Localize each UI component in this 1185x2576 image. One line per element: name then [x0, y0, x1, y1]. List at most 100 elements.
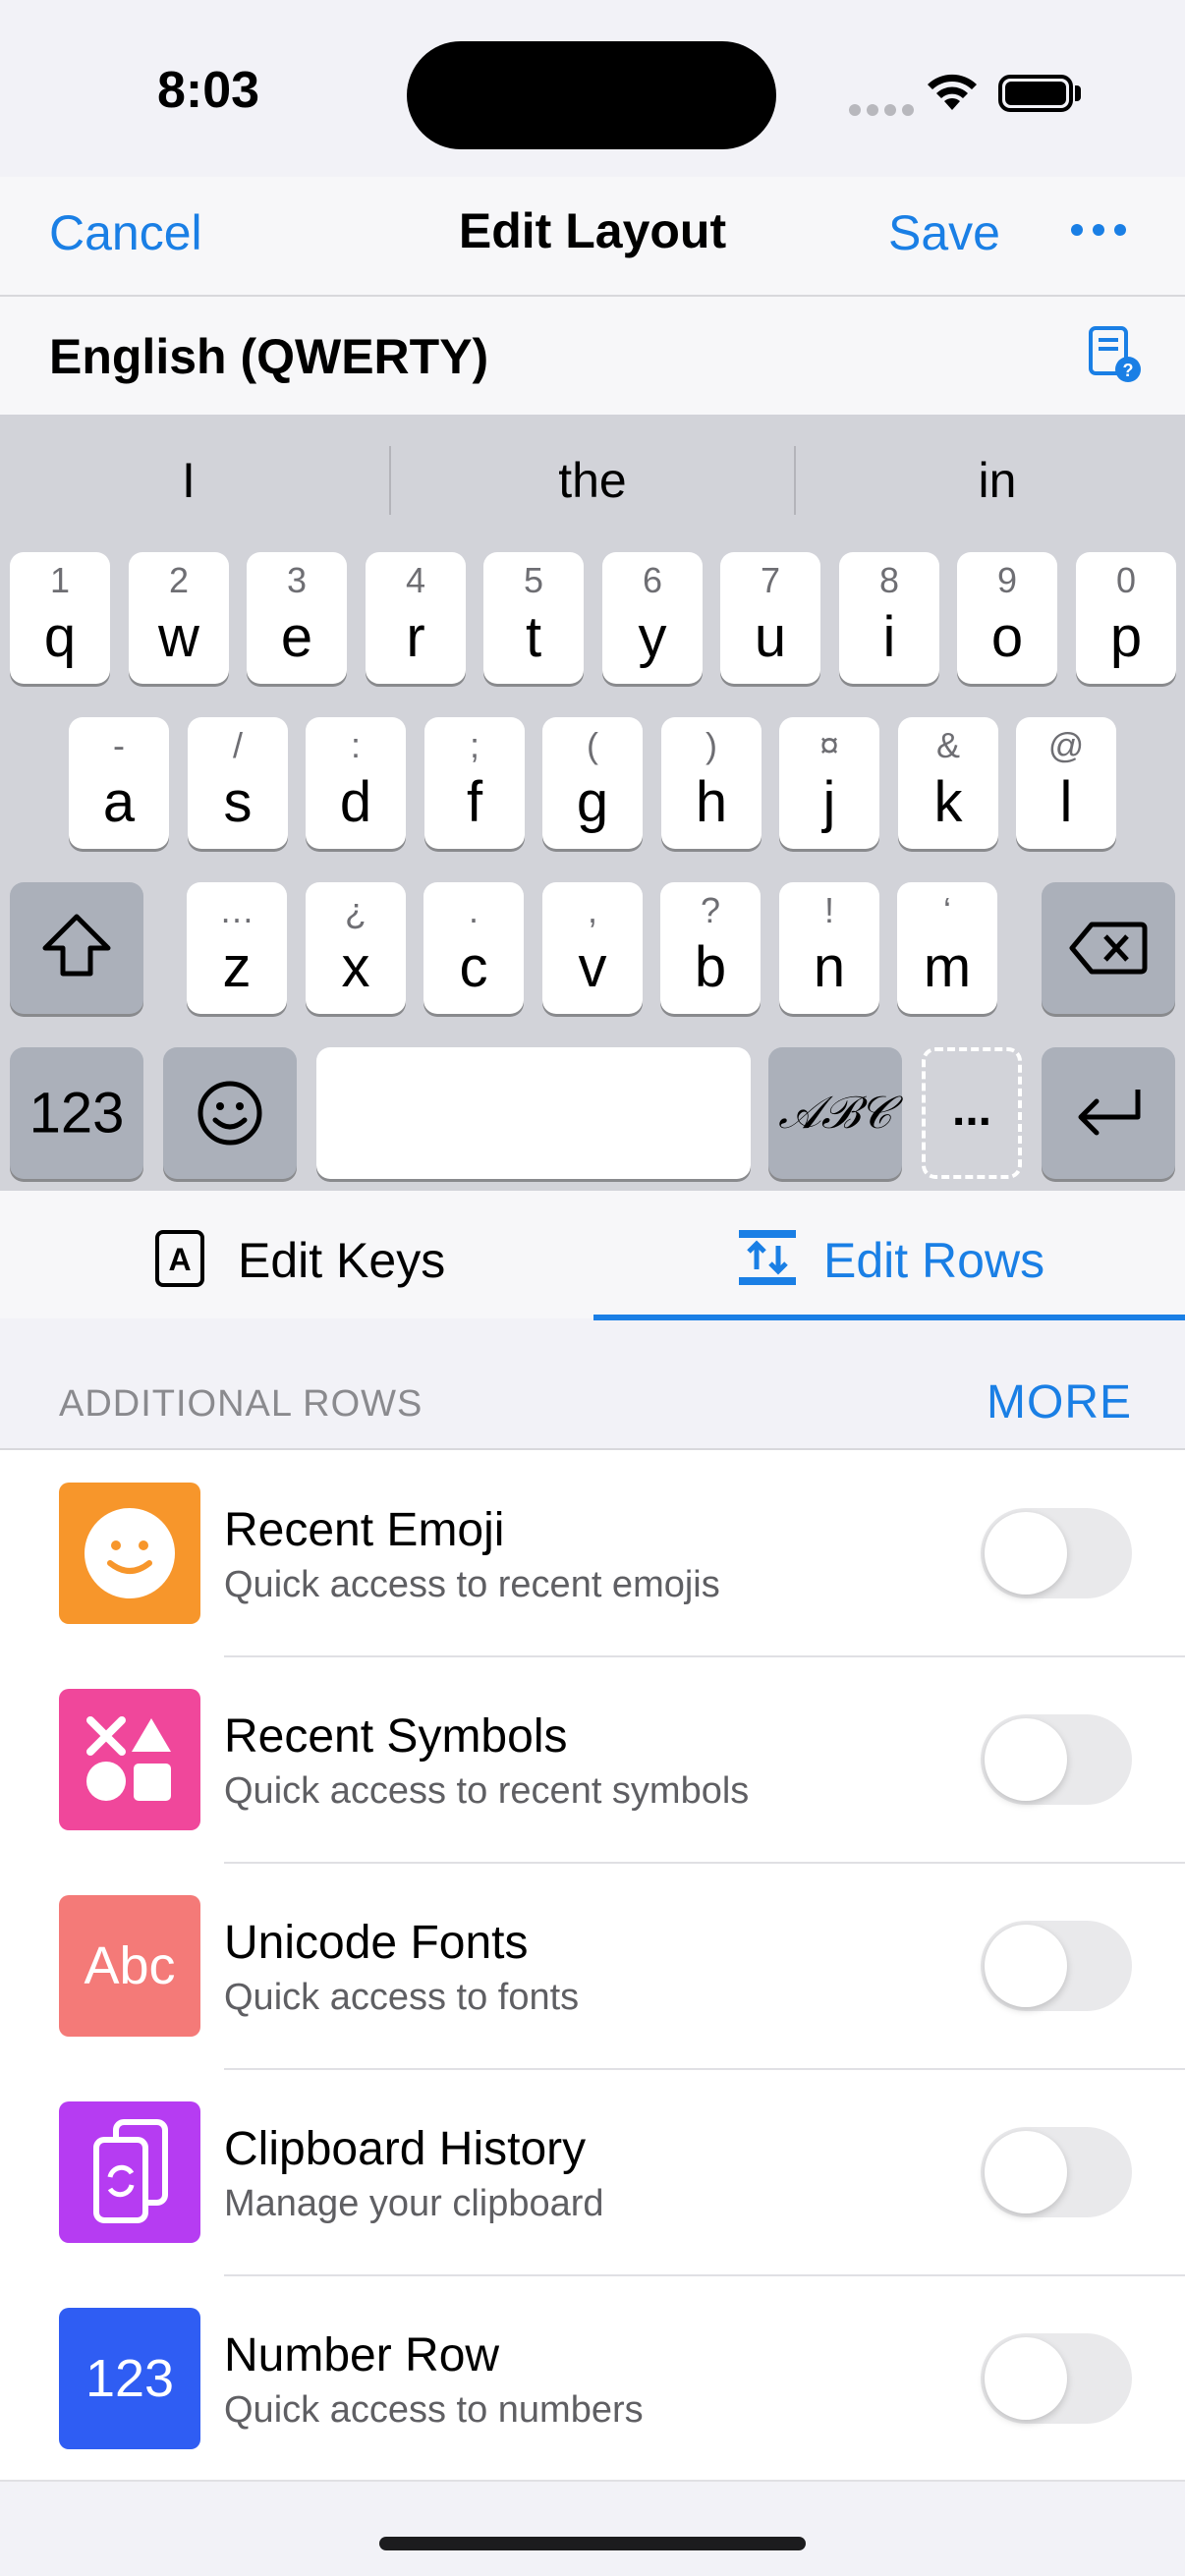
key-q[interactable]: 1q [10, 552, 110, 684]
suggestion-3[interactable]: in [801, 452, 1185, 509]
battery-tip [1075, 85, 1081, 101]
key-label: e [280, 605, 313, 669]
key-x[interactable]: ¿ x [306, 882, 406, 1014]
key-g[interactable]: (g [542, 717, 643, 849]
key-a[interactable]: -a [69, 717, 169, 849]
row-title: Recent Emoji [224, 1504, 505, 1556]
key-alt-label: ‘ [943, 890, 951, 930]
row-divider [224, 1862, 1185, 1864]
tab-edit-keys[interactable]: Edit Keys [238, 1232, 445, 1289]
key-s[interactable]: / s [188, 717, 288, 849]
delete-key[interactable] [1042, 882, 1175, 1014]
row-title: Unicode Fonts [224, 1917, 529, 1969]
key-alt-label: ¤ [818, 725, 840, 765]
emoji-key[interactable] [163, 1047, 297, 1179]
row-title: Number Row [224, 2329, 500, 2381]
key-label: c [459, 935, 488, 999]
row-title: Recent Symbols [224, 1710, 568, 1763]
key-o[interactable]: 9o [957, 552, 1057, 684]
key-f[interactable]: ; f [424, 717, 525, 849]
key-label: w [158, 605, 199, 669]
key-alt-label: & [935, 725, 960, 765]
save-button[interactable]: Save [888, 204, 1000, 261]
key-label: s [223, 770, 253, 834]
key-alt-label: 7 [760, 560, 781, 600]
key-d[interactable]: :d [306, 717, 406, 849]
ellipsis-icon[interactable] [1071, 224, 1126, 236]
numbers-key-label: 123 [28, 1081, 125, 1146]
key-alt-label: @ [1047, 725, 1085, 765]
more-button[interactable]: MORE [987, 1375, 1132, 1429]
key-l[interactable]: @ l [1016, 717, 1116, 849]
toggle-clipboard-history[interactable] [981, 2127, 1132, 2217]
return-icon [1078, 1090, 1141, 1136]
key-alt-label: , [587, 890, 597, 930]
key-label: a [102, 770, 136, 834]
key-label: o [990, 605, 1024, 669]
key-e[interactable]: 3e [247, 552, 347, 684]
help-book-icon[interactable]: ? [1085, 324, 1146, 385]
key-v[interactable]: ,v [542, 882, 643, 1014]
key-p[interactable]: 0p [1076, 552, 1176, 684]
key-m[interactable]: ‘m [897, 882, 997, 1014]
wifi-icon [928, 74, 977, 110]
suggestion-1[interactable]: I [0, 452, 385, 509]
key-alt-label: … [219, 890, 254, 930]
key-alt-label: 1 [49, 560, 71, 600]
key-i[interactable]: 8i [839, 552, 939, 684]
key-y[interactable]: 6y [602, 552, 703, 684]
key-w[interactable]: 2w [129, 552, 229, 684]
suggestion-divider [389, 446, 391, 515]
number-icon: 123 [59, 2308, 200, 2449]
key-u[interactable]: 7u [720, 552, 820, 684]
key-alt-label: ? [700, 890, 721, 930]
key-r[interactable]: 4r [366, 552, 466, 684]
key-alt-label: . [468, 890, 479, 930]
row-subtitle: Quick access to recent emojis [224, 1564, 720, 1605]
font-key-label: 𝒜ℬ𝒞 [778, 1086, 892, 1139]
row-divider [224, 2068, 1185, 2070]
smiley-icon [198, 1081, 262, 1146]
tab-edit-rows[interactable]: Edit Rows [823, 1232, 1044, 1289]
space-key[interactable] [316, 1047, 751, 1179]
key-n[interactable]: ! n [779, 882, 879, 1014]
more-key-placeholder[interactable]: ... [922, 1047, 1022, 1179]
svg-text:A: A [168, 1242, 191, 1277]
key-h[interactable]: ) h [661, 717, 762, 849]
key-j[interactable]: ¤ j [779, 717, 879, 849]
suggestion-2[interactable]: the [396, 452, 789, 509]
key-alt-label: ! [823, 890, 834, 930]
shift-key[interactable] [10, 882, 143, 1014]
battery-icon [998, 75, 1073, 112]
key-label: k [933, 770, 963, 834]
key-z[interactable]: … z [187, 882, 287, 1014]
font-key[interactable]: 𝒜ℬ𝒞 [768, 1047, 902, 1179]
return-key[interactable] [1042, 1047, 1175, 1179]
toggle-recent-emoji[interactable] [981, 1508, 1132, 1598]
numbers-key[interactable]: 123 [10, 1047, 143, 1179]
key-alt-label: ; [469, 725, 480, 765]
row-subtitle: Quick access to numbers [224, 2389, 644, 2431]
key-t[interactable]: 5t [483, 552, 584, 684]
key-label: g [576, 770, 609, 834]
key-k[interactable]: & k [898, 717, 998, 849]
row-subtitle: Manage your clipboard [224, 2183, 604, 2224]
key-alt-label: 4 [405, 560, 426, 600]
row-divider [224, 1655, 1185, 1657]
key-label: y [638, 605, 667, 669]
key-label: b [694, 935, 727, 999]
key-alt-label: 0 [1115, 560, 1137, 600]
dynamic-island [407, 41, 776, 149]
toggle-number-row[interactable] [981, 2333, 1132, 2424]
key-alt-label: ¿ [345, 890, 367, 930]
key-c[interactable]: .c [423, 882, 524, 1014]
home-indicator [379, 2537, 806, 2550]
key-b[interactable]: ? b [660, 882, 761, 1014]
key-label: j [822, 770, 836, 834]
key-label: i [882, 605, 896, 669]
layout-name[interactable]: English (QWERTY) [49, 328, 488, 385]
toggle-recent-symbols[interactable] [981, 1714, 1132, 1805]
key-alt-label: 3 [286, 560, 308, 600]
toggle-unicode-fonts[interactable] [981, 1921, 1132, 2011]
section-header: ADDITIONAL ROWS [59, 1383, 423, 1425]
